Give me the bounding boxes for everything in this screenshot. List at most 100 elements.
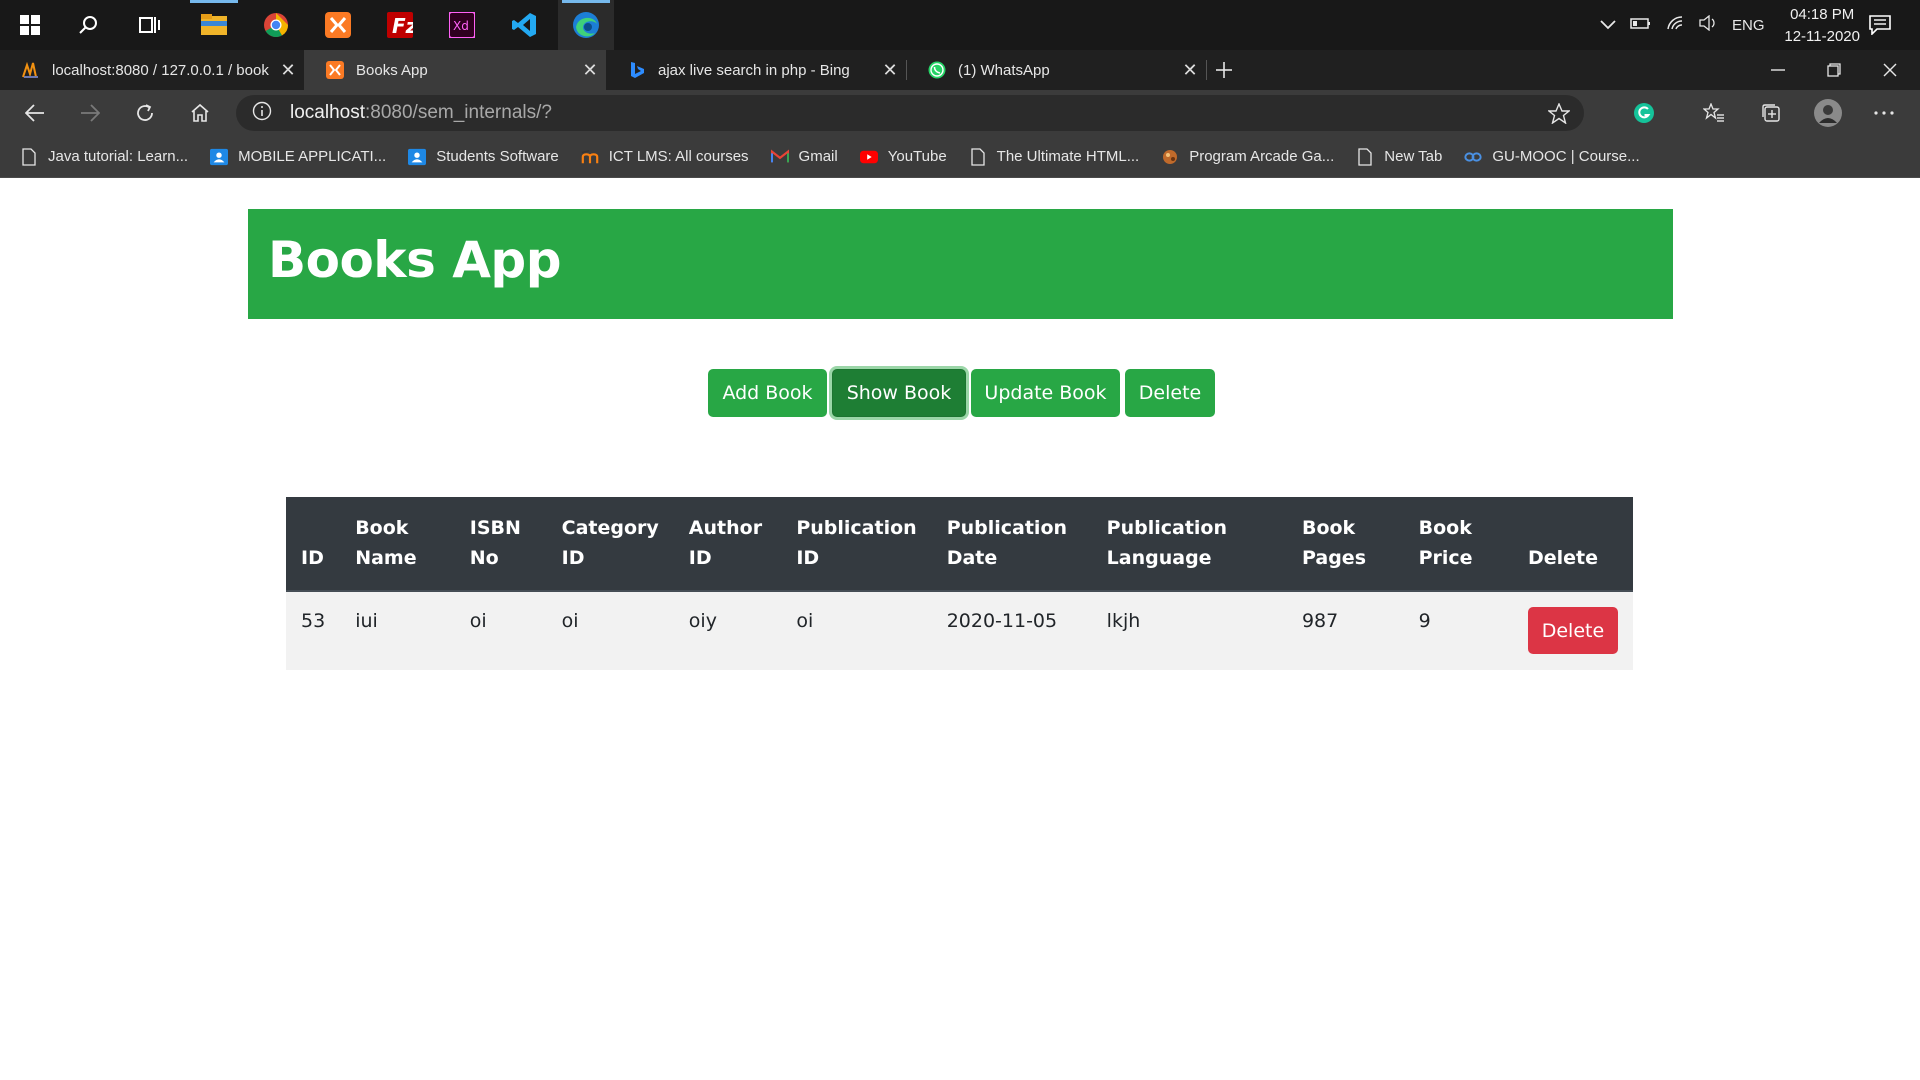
tab-whatsapp[interactable]: (1) WhatsApp ✕ [906, 50, 1206, 90]
header-line: Price [1418, 547, 1473, 569]
bookmark-item[interactable]: YouTube [859, 148, 947, 166]
language-indicator[interactable]: ENG [1732, 17, 1765, 34]
delete-button[interactable]: Delete [1125, 369, 1215, 417]
minimize-button[interactable] [1750, 50, 1806, 90]
search-icon[interactable] [60, 0, 116, 50]
update-book-button[interactable]: Update Book [971, 369, 1120, 417]
vscode-icon[interactable] [496, 0, 552, 50]
cell-delete-action: Delete [1512, 591, 1633, 670]
notifications-icon[interactable] [1852, 0, 1908, 50]
header-line: Book [1418, 517, 1472, 539]
favorites-icon[interactable] [1692, 90, 1736, 136]
refresh-icon[interactable] [123, 90, 167, 136]
task-view-icon[interactable] [122, 0, 178, 50]
system-tray: ENG [1600, 0, 1765, 50]
edge-icon[interactable] [558, 0, 614, 50]
forward-icon[interactable] [68, 90, 112, 136]
youtube-icon [859, 148, 878, 166]
volume-icon[interactable] [1698, 14, 1718, 35]
column-header-publication-date: Publication Date [931, 497, 1092, 592]
svg-text:Fz: Fz [392, 14, 413, 38]
column-header-delete: Delete [1512, 497, 1633, 592]
xampp-icon[interactable] [310, 0, 366, 50]
column-header-category-id: Category ID [546, 497, 674, 592]
xampp-icon [326, 61, 344, 79]
books-table: ID Book Name ISBN No Category ID Author ID P… [286, 497, 1633, 670]
profile-avatar[interactable] [1806, 90, 1850, 136]
chevron-up-icon[interactable] [1600, 17, 1616, 34]
close-icon[interactable]: ✕ [574, 60, 606, 81]
more-menu-icon[interactable] [1862, 90, 1906, 136]
battery-icon[interactable] [1630, 16, 1652, 34]
wifi-icon[interactable] [1666, 15, 1686, 35]
header-line: ID [301, 547, 324, 569]
tab-bing[interactable]: ajax live search in php - Bing ✕ [606, 50, 906, 90]
bookmark-item[interactable]: GU-MOOC | Course... [1464, 148, 1640, 166]
moodle-icon [581, 148, 599, 166]
tab-title: ajax live search in php - Bing [658, 61, 850, 79]
bookmark-item[interactable]: Gmail [770, 148, 838, 166]
header-line: Book [1301, 517, 1356, 539]
tab-title: (1) WhatsApp [958, 61, 1050, 79]
show-book-button[interactable]: Show Book [832, 369, 966, 417]
bookmark-label: Students Software [436, 148, 559, 165]
close-icon[interactable]: ✕ [1174, 60, 1206, 81]
tab-books-app[interactable]: Books App ✕ [304, 50, 606, 90]
tab-phpmyadmin[interactable]: localhost:8080 / 127.0.0.1 / book ✕ [0, 50, 304, 90]
url-text: localhost:8080/sem_internals/? [290, 102, 552, 124]
bookmark-label: YouTube [887, 148, 947, 165]
header-line: Pages [1301, 547, 1367, 569]
whatsapp-icon [928, 61, 946, 79]
back-icon[interactable] [13, 90, 57, 136]
restore-button[interactable] [1806, 50, 1862, 90]
cell-id: 53 [286, 591, 341, 670]
cell-publication-id: oi [781, 591, 932, 670]
bookmark-label: MOBILE APPLICATI... [238, 148, 387, 165]
home-icon[interactable] [178, 90, 222, 136]
bookmark-item[interactable]: Program Arcade Ga... [1161, 148, 1334, 166]
bookmark-label: Gmail [798, 148, 838, 165]
header-line: Category [561, 517, 659, 539]
adobe-xd-icon[interactable]: Xd [434, 0, 490, 50]
grammarly-icon[interactable] [1622, 90, 1666, 136]
bookmark-label: Program Arcade Ga... [1189, 148, 1335, 165]
classroom-icon [210, 148, 229, 166]
web-page: Books App Add Book Show Book Update Book… [0, 179, 1920, 1080]
header-banner: Books App [248, 209, 1673, 319]
collections-icon[interactable] [1749, 90, 1793, 136]
bookmarks-bar: Java tutorial: Learn... MOBILE APPLICATI… [0, 136, 1920, 178]
bookmark-label: New Tab [1384, 148, 1443, 165]
windows-start-icon[interactable] [2, 0, 58, 50]
clock[interactable]: 04:18 PM 12-11-2020 [1784, 4, 1860, 48]
info-icon[interactable] [252, 101, 272, 126]
header-line: Date [946, 547, 998, 569]
bookmark-item[interactable]: MOBILE APPLICATI... [210, 148, 386, 166]
bookmark-label: GU-MOOC | Course... [1492, 148, 1640, 165]
address-bar[interactable]: localhost:8080/sem_internals/? [236, 95, 1584, 131]
favorite-star-icon[interactable] [1547, 102, 1571, 129]
bookmark-item[interactable]: New Tab [1356, 147, 1443, 166]
header-line: Language [1106, 547, 1212, 569]
tab-title: Books App [356, 61, 428, 79]
close-icon[interactable]: ✕ [874, 60, 906, 81]
cell-book-price: 9 [1403, 591, 1513, 670]
close-icon[interactable]: ✕ [272, 60, 304, 81]
add-book-button[interactable]: Add Book [708, 369, 827, 417]
close-window-button[interactable] [1862, 50, 1918, 90]
chrome-icon[interactable] [248, 0, 304, 50]
clock-date: 12-11-2020 [1784, 28, 1860, 45]
bookmark-item[interactable]: ICT LMS: All courses [581, 148, 749, 166]
clock-time: 04:18 PM [1790, 6, 1855, 23]
filezilla-icon[interactable]: Fz [372, 0, 428, 50]
column-header-isbn: ISBN No [454, 497, 547, 592]
row-delete-button[interactable]: Delete [1527, 607, 1618, 654]
table-header-row: ID Book Name ISBN No Category ID Author ID P… [286, 497, 1633, 592]
bookmark-item[interactable]: The Ultimate HTML... [969, 147, 1139, 166]
column-header-id: ID [286, 497, 341, 592]
new-tab-button[interactable] [1206, 50, 1242, 90]
bookmark-item[interactable]: Students Software [408, 148, 559, 166]
bookmark-item[interactable]: Java tutorial: Learn... [20, 147, 188, 166]
header-line: No [469, 547, 499, 569]
file-explorer-icon[interactable] [186, 0, 242, 50]
header-line: ISBN [469, 517, 521, 539]
